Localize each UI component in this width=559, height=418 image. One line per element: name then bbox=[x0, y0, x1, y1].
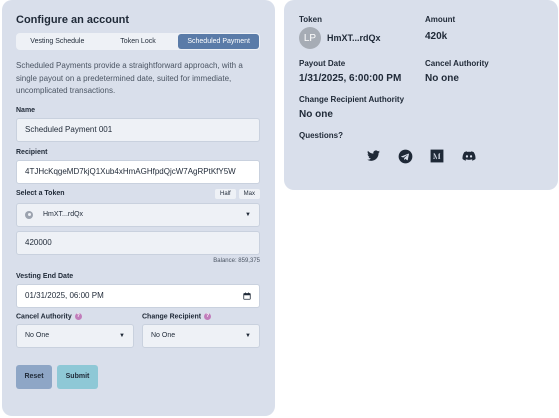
select-token-label: Select a Token bbox=[16, 190, 65, 197]
token-icon bbox=[25, 210, 33, 219]
discord-icon[interactable] bbox=[461, 149, 477, 164]
summary-row-2: Payout Date 1/31/2025, 6:00:00 PM Cancel… bbox=[299, 59, 544, 84]
medium-icon[interactable] bbox=[430, 149, 444, 164]
summary-card: Token LP HmXT...rdQx Amount 420k Payout … bbox=[284, 0, 558, 190]
form-description: Scheduled Payments provide a straightfor… bbox=[16, 61, 243, 95]
configure-account-card: Configure an account Vesting Schedule To… bbox=[2, 0, 275, 416]
tab-vesting-schedule[interactable]: Vesting Schedule bbox=[17, 34, 98, 49]
submit-button[interactable]: Submit bbox=[57, 364, 98, 389]
summary-token: Token LP HmXT...rdQx bbox=[299, 15, 425, 49]
name-input[interactable]: Scheduled Payment 001 bbox=[16, 117, 260, 142]
token-select-value: HmXT...rdQx bbox=[43, 211, 84, 218]
social-links bbox=[299, 149, 544, 164]
max-button[interactable]: Max bbox=[238, 188, 260, 199]
amount-label: Amount bbox=[425, 15, 456, 24]
account-type-tabs: Vesting Schedule Token Lock Scheduled Pa… bbox=[16, 33, 260, 50]
summary-change-recipient: Change Recipient Authority No one bbox=[299, 95, 544, 120]
telegram-icon[interactable] bbox=[398, 149, 413, 164]
amount-input[interactable]: 420000 bbox=[16, 230, 260, 255]
change-recipient-select[interactable]: No One ▼ bbox=[142, 323, 260, 348]
cancel-authority-label-text: Cancel Authority bbox=[16, 312, 72, 320]
recipient-input[interactable]: 4TJHcKqgeMD7kjQ1Xub4xHmAGHfpdQjcW7AgRPtK… bbox=[16, 159, 260, 184]
change-recipient-label-text: Change Recipient bbox=[142, 312, 202, 320]
cancel-authority-select[interactable]: No One ▼ bbox=[16, 323, 134, 348]
token-label: Token bbox=[299, 15, 322, 24]
tab-token-lock[interactable]: Token Lock bbox=[98, 34, 179, 49]
reset-button[interactable]: Reset bbox=[16, 364, 52, 389]
token-value: HmXT...rdQx bbox=[327, 33, 381, 43]
help-icon[interactable]: ? bbox=[204, 312, 212, 320]
cancel-authority-group: Cancel Authority? No One ▼ bbox=[16, 312, 134, 348]
form-title: Configure an account bbox=[16, 14, 130, 26]
change-recipient-label: Change Recipient? bbox=[142, 312, 260, 320]
recipient-label: Recipient bbox=[16, 148, 48, 156]
vesting-end-value: 01/31/2025, 06:00 PM bbox=[25, 291, 104, 300]
vesting-end-date-input[interactable]: 01/31/2025, 06:00 PM bbox=[16, 283, 260, 308]
cancel-authority-value: No One bbox=[25, 332, 50, 340]
cancel-authority-summary-value: No one bbox=[425, 73, 459, 84]
amount-shortcuts: Half Max bbox=[214, 188, 260, 199]
amount-value: 420k bbox=[425, 31, 448, 42]
change-recipient-authority-label: Change Recipient Authority bbox=[299, 95, 405, 104]
token-select[interactable]: HmXT...rdQx ▼ bbox=[16, 202, 260, 227]
summary-row-1: Token LP HmXT...rdQx Amount 420k bbox=[299, 15, 544, 49]
chevron-down-icon: ▼ bbox=[245, 332, 251, 339]
cancel-authority-label: Cancel Authority? bbox=[16, 312, 134, 320]
form-actions: Reset Submit bbox=[16, 364, 261, 389]
summary-amount: Amount 420k bbox=[425, 15, 455, 49]
change-recipient-value: No One bbox=[151, 332, 176, 340]
name-label: Name bbox=[16, 106, 36, 114]
tab-scheduled-payment[interactable]: Scheduled Payment bbox=[178, 34, 260, 49]
vesting-end-label: Vesting End Date bbox=[16, 272, 74, 280]
calendar-icon[interactable] bbox=[243, 292, 251, 300]
twitter-icon[interactable] bbox=[366, 149, 381, 164]
authority-row: Cancel Authority? No One ▼ Change Recipi… bbox=[16, 312, 260, 348]
summary-payout: Payout Date 1/31/2025, 6:00:00 PM bbox=[299, 59, 425, 84]
questions-label: Questions? bbox=[299, 131, 344, 140]
payout-date-label: Payout Date bbox=[299, 59, 346, 68]
change-recipient-authority-value: No one bbox=[299, 109, 333, 120]
cancel-authority-summary-label: Cancel Authority bbox=[425, 59, 489, 68]
chevron-down-icon: ▼ bbox=[245, 211, 251, 218]
payout-date-value: 1/31/2025, 6:00:00 PM bbox=[299, 73, 402, 84]
balance-text: Balance: 859,375 bbox=[213, 257, 260, 264]
summary-cancel: Cancel Authority No one bbox=[425, 59, 489, 84]
avatar: LP bbox=[299, 27, 321, 49]
help-icon[interactable]: ? bbox=[74, 312, 82, 320]
token-row: Select a Token Half Max bbox=[16, 188, 260, 199]
change-recipient-group: Change Recipient? No One ▼ bbox=[142, 312, 260, 348]
chevron-down-icon: ▼ bbox=[119, 332, 125, 339]
token-info: LP HmXT...rdQx bbox=[299, 27, 425, 49]
half-button[interactable]: Half bbox=[214, 188, 236, 199]
